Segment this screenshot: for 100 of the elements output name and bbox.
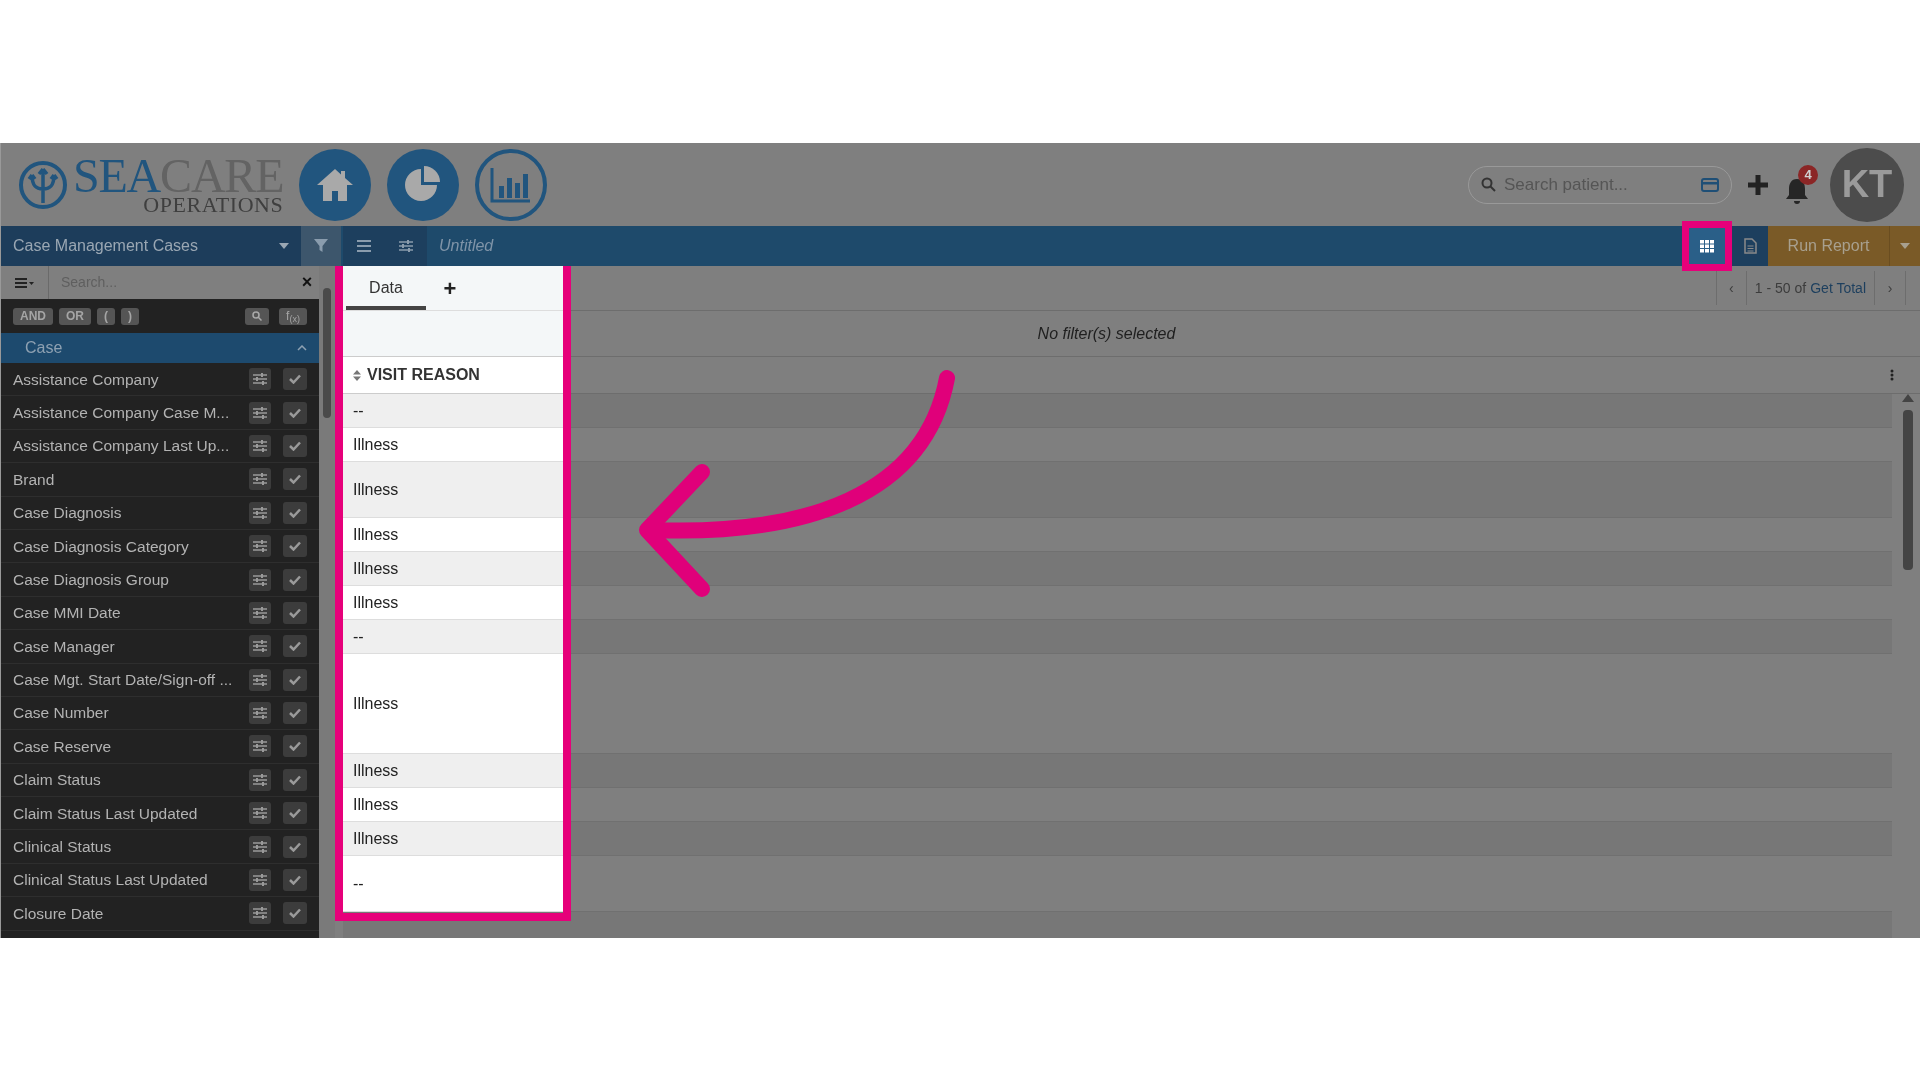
add-field-button[interactable] <box>283 635 307 658</box>
notifications-button[interactable]: 4 <box>1784 164 1818 205</box>
add-field-button[interactable] <box>283 902 307 925</box>
sliders-icon <box>253 907 267 920</box>
field-settings-button[interactable] <box>249 735 271 758</box>
field-settings-button[interactable] <box>249 501 271 524</box>
table-cell: -- <box>343 394 563 428</box>
sliders-icon <box>253 606 267 619</box>
sliders-icon <box>253 807 267 820</box>
field-item[interactable]: Clinical Status Last Updated <box>13 868 241 892</box>
add-field-button[interactable] <box>283 501 307 524</box>
table-cell: Illness <box>343 462 563 518</box>
sliders-icon <box>253 640 267 653</box>
list-button[interactable] <box>343 226 385 266</box>
field-item[interactable]: Assistance Company Case M... <box>13 400 241 425</box>
field-item[interactable]: Closure Date <box>13 901 241 926</box>
trident-logo-icon <box>17 158 69 211</box>
table-cell: Illness <box>343 586 563 620</box>
check-icon <box>289 507 301 518</box>
group-header[interactable]: Case <box>1 333 319 363</box>
caret-icon <box>1900 243 1910 249</box>
sliders-icon <box>253 573 267 586</box>
field-settings-button[interactable] <box>249 635 271 658</box>
add-field-button[interactable] <box>283 601 307 624</box>
add-field-button[interactable] <box>283 802 307 825</box>
search-icon <box>252 311 262 321</box>
search-button[interactable] <box>245 307 269 325</box>
check-icon <box>289 374 301 385</box>
sliders-icon <box>253 673 267 686</box>
sliders-icon <box>253 707 267 720</box>
field-item[interactable]: Assistance Company Last Up... <box>13 434 241 458</box>
table-cell: Illness <box>343 822 563 856</box>
field-settings-button[interactable] <box>249 401 271 424</box>
bar-chart-icon <box>490 165 533 204</box>
page-of: of <box>1793 278 1807 298</box>
field-settings-button[interactable] <box>249 768 271 791</box>
field-item[interactable]: Clinical Status <box>13 835 241 859</box>
tab[interactable]: + <box>426 270 474 310</box>
add-field-button[interactable] <box>283 368 307 391</box>
field-settings-button[interactable] <box>249 468 271 491</box>
field-item[interactable]: Assistance Company <box>13 367 241 391</box>
sliders-icon <box>253 740 267 753</box>
field-item[interactable]: Case Diagnosis Group <box>13 567 241 592</box>
field-settings-button[interactable] <box>249 368 271 391</box>
add-field-button[interactable] <box>283 869 307 892</box>
check-icon <box>289 407 301 418</box>
field-item[interactable]: Case Number <box>13 701 241 725</box>
table-cell: -- <box>343 620 563 654</box>
sliders-icon <box>399 240 413 252</box>
field-settings-button[interactable] <box>249 568 271 591</box>
field-settings-button[interactable] <box>249 835 271 858</box>
add-field-button[interactable] <box>283 468 307 491</box>
clear-search-button[interactable]: × <box>295 266 319 299</box>
menu-icon <box>15 277 34 288</box>
add-field-button[interactable] <box>283 668 307 691</box>
sliders-icon <box>253 540 267 553</box>
field-item[interactable]: Case Manager <box>13 634 241 658</box>
table-cell: Illness <box>343 428 563 462</box>
field-settings-button[interactable] <box>249 802 271 825</box>
table-cell: Illness <box>343 518 563 552</box>
check-icon <box>289 607 301 618</box>
field-item[interactable]: Case Diagnosis <box>13 501 241 525</box>
document-icon <box>1743 238 1757 254</box>
filter-button[interactable] <box>301 226 341 266</box>
field-item[interactable]: Case Mgt. Start Date/Sign-off ... <box>13 668 241 692</box>
add-field-button[interactable] <box>283 702 307 725</box>
column-header[interactable]: VISIT REASON <box>343 357 563 394</box>
add-field-button[interactable] <box>283 434 307 457</box>
field-settings-button[interactable] <box>249 869 271 892</box>
add-field-button[interactable] <box>283 768 307 791</box>
field-settings-button[interactable] <box>249 902 271 925</box>
sliders-icon <box>253 840 267 853</box>
check-icon <box>289 841 301 852</box>
field-settings-button[interactable] <box>249 434 271 457</box>
sliders-icon <box>253 373 267 386</box>
field-settings-button[interactable] <box>249 535 271 558</box>
check-icon <box>289 541 301 552</box>
add-field-button[interactable] <box>283 535 307 558</box>
field-settings-button[interactable] <box>249 668 271 691</box>
add-field-button[interactable] <box>283 568 307 591</box>
field-item[interactable]: Case Reserve <box>13 734 241 759</box>
field-item[interactable]: Brand <box>13 467 241 491</box>
field-item[interactable]: Case MMI Date <box>13 601 241 625</box>
field-item[interactable]: Case Diagnosis Category <box>13 534 241 558</box>
settings-button[interactable] <box>385 226 427 266</box>
field-settings-button[interactable] <box>249 601 271 624</box>
add-field-button[interactable] <box>283 835 307 858</box>
field-item[interactable]: Claim Status <box>13 768 241 792</box>
filter-icon <box>314 239 328 253</box>
dataset-select[interactable]: Case Management Cases <box>1 226 301 266</box>
field-settings-button[interactable] <box>249 702 271 725</box>
field-item[interactable]: Claim Status Last Updated <box>13 801 241 825</box>
sliders-icon <box>253 773 267 786</box>
check-icon <box>289 574 301 585</box>
add-field-button[interactable] <box>283 735 307 758</box>
report-title: Untitled <box>439 236 494 256</box>
scroll-up-icon <box>1902 394 1914 402</box>
view-button[interactable] <box>1682 221 1732 271</box>
grid-icon <box>1699 239 1715 253</box>
add-field-button[interactable] <box>283 401 307 424</box>
